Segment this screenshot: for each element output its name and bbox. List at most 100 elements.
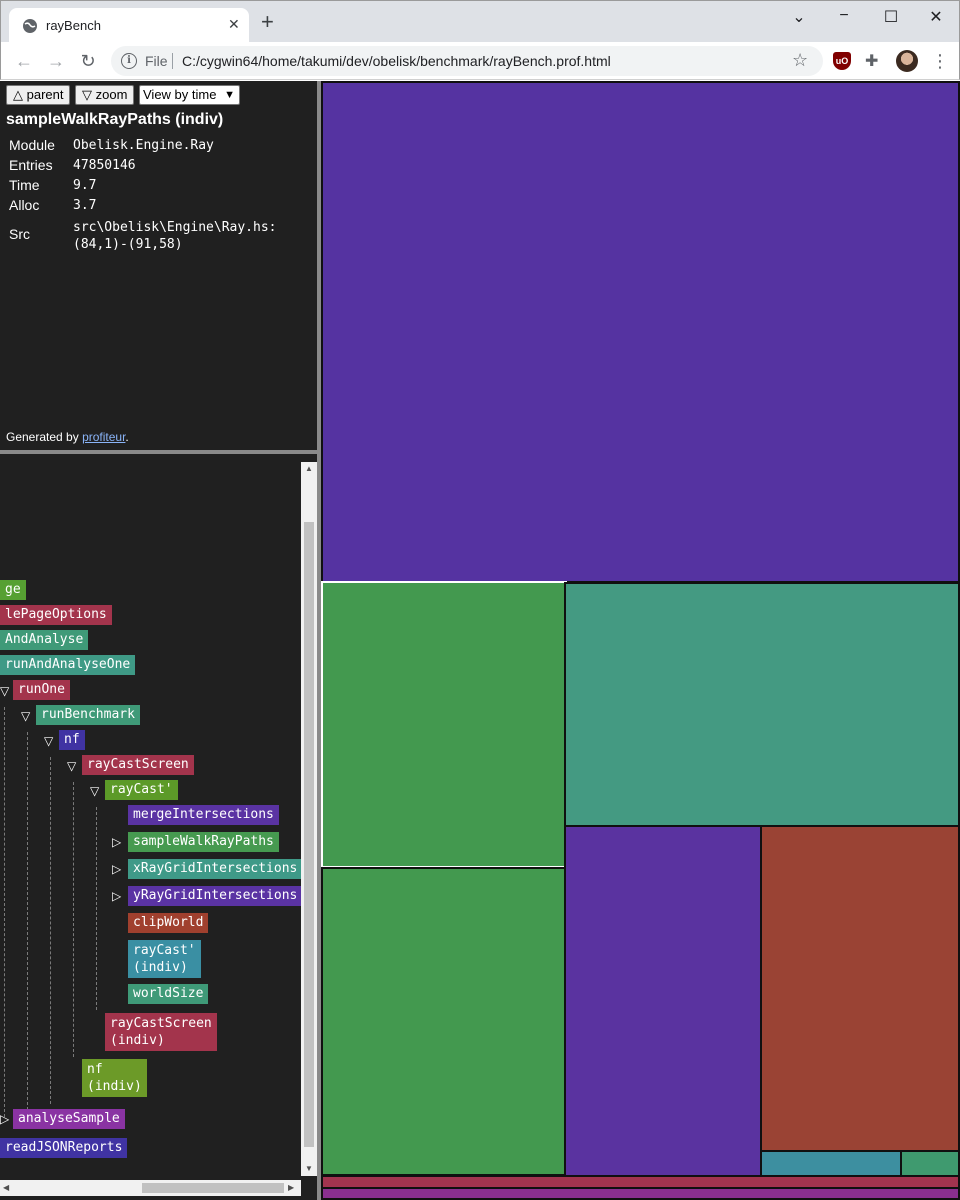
tree-node[interactable]: runOne — [13, 680, 70, 700]
info-icon[interactable]: i — [121, 53, 137, 69]
minimize-button[interactable]: − — [832, 7, 856, 29]
close-window-button[interactable]: ✕ — [924, 7, 948, 29]
collapsed-triangle-icon[interactable]: ▷ — [112, 888, 121, 904]
tree-node[interactable]: runBenchmark — [36, 705, 140, 725]
tree-node[interactable]: yRayGridIntersections — [128, 886, 303, 906]
info-value: 47850146 — [73, 158, 136, 173]
scroll-down-arrow-icon[interactable]: ▼ — [305, 1164, 313, 1173]
tree-node-label: rayCastScreen (indiv) — [110, 1016, 212, 1048]
profiler-page: △ parent ▽ zoom View by time ▼ sampleWal… — [0, 81, 960, 1200]
chevron-down-icon[interactable]: ⌄ — [787, 7, 811, 29]
scrollbar-thumb[interactable] — [304, 522, 314, 1147]
generated-by-note: Generated by profiteur. — [6, 430, 129, 444]
browser-toolbar: ← → ↻ i File C:/cygwin64/home/takumi/dev… — [0, 42, 960, 80]
treemap — [321, 81, 960, 1200]
new-tab-button[interactable]: + — [261, 11, 274, 33]
ublock-extension-icon[interactable]: uO — [833, 52, 851, 70]
bookmark-star-icon[interactable]: ☆ — [792, 50, 808, 71]
tree-node-label: rayCastScreen — [87, 757, 189, 772]
tree-node[interactable]: nf — [59, 730, 85, 750]
info-value: Obelisk.Engine.Ray — [73, 138, 214, 153]
treemap-cell-selected[interactable] — [321, 581, 567, 868]
browser-tab[interactable]: rayBench ✕ — [9, 8, 249, 43]
extensions-puzzle-icon[interactable]: ✚ — [865, 51, 883, 70]
info-value: 3.7 — [73, 198, 97, 213]
parent-button[interactable]: △ parent — [6, 85, 71, 105]
maximize-button[interactable]: ☐ — [879, 7, 903, 29]
expand-triangle-icon[interactable]: ▽ — [0, 683, 9, 699]
tree-node-label: rayCast' (indiv) — [133, 943, 196, 975]
tree-node-label: mergeIntersections — [133, 807, 274, 822]
tree-guide — [50, 757, 51, 1104]
expand-triangle-icon[interactable]: ▽ — [90, 783, 99, 799]
expand-triangle-icon[interactable]: ▽ — [44, 733, 53, 749]
scrollbar-thumb[interactable] — [142, 1183, 284, 1193]
info-value: src\Obelisk\Engine\Ray.hs: — [73, 220, 277, 235]
browser-menu-icon[interactable]: ⋮ — [931, 50, 949, 72]
scroll-right-arrow-icon[interactable]: ▶ — [288, 1183, 294, 1192]
tree-node-label: rayCast' — [110, 782, 173, 797]
tree-node[interactable]: runAndAnalyseOne — [0, 655, 136, 675]
treemap-cell[interactable] — [564, 582, 960, 827]
globe-icon — [23, 19, 37, 33]
tree-node[interactable]: rayCast' — [105, 780, 178, 800]
zoom-button[interactable]: ▽ zoom — [75, 85, 135, 105]
treemap-cell[interactable] — [321, 1187, 960, 1200]
info-value: 9.7 — [73, 178, 97, 193]
function-title: sampleWalkRayPaths (indiv) — [6, 111, 224, 128]
tree-node[interactable]: mergeIntersections — [128, 805, 279, 825]
forward-icon[interactable]: → — [45, 50, 67, 72]
tree-node-selected[interactable]: sampleWalkRayPaths — [128, 832, 279, 852]
tree-node-label: yRayGridIntersections — [133, 888, 298, 903]
collapsed-triangle-icon[interactable]: ▷ — [0, 1111, 9, 1127]
reload-icon[interactable]: ↻ — [77, 50, 99, 72]
info-panel: △ parent ▽ zoom View by time ▼ sampleWal… — [0, 81, 317, 450]
expand-triangle-icon[interactable]: ▽ — [67, 758, 76, 774]
treemap-cell[interactable] — [760, 825, 960, 1152]
treemap-cell[interactable] — [321, 867, 567, 1176]
tree-vertical-scrollbar[interactable]: ▲ ▼ — [301, 462, 317, 1176]
collapsed-triangle-icon[interactable]: ▷ — [112, 834, 121, 850]
address-url[interactable]: C:/cygwin64/home/takumi/dev/obelisk/benc… — [182, 53, 611, 69]
view-by-select-value: View by time — [143, 87, 217, 102]
profile-avatar[interactable] — [896, 50, 918, 72]
tree-node-label: runOne — [18, 682, 65, 697]
info-key: Src — [9, 226, 30, 242]
generated-suffix: . — [125, 430, 129, 444]
tree-node[interactable]: rayCastScreen (indiv) — [105, 1013, 217, 1051]
profiteur-link[interactable]: profiteur — [82, 430, 125, 444]
tree-node-label: worldSize — [133, 986, 204, 1001]
chevron-down-icon: ▼ — [224, 89, 235, 101]
scheme-label: File — [145, 53, 168, 69]
tree-node[interactable]: clipWorld — [128, 913, 209, 933]
tree-node[interactable]: xRayGridIntersections — [128, 859, 303, 879]
treemap-cell[interactable] — [564, 825, 762, 1177]
tree-horizontal-scrollbar[interactable]: ◀ ▶ — [0, 1180, 301, 1196]
tree-node[interactable]: worldSize — [128, 984, 209, 1004]
tree-node-label: clipWorld — [133, 915, 204, 930]
treemap-cell[interactable] — [900, 1150, 960, 1177]
tree-node[interactable]: lePageOptions — [0, 605, 112, 625]
back-icon[interactable]: ← — [13, 50, 35, 72]
scroll-up-arrow-icon[interactable]: ▲ — [305, 464, 313, 473]
address-bar[interactable]: i File C:/cygwin64/home/takumi/dev/obeli… — [111, 46, 823, 76]
close-tab-icon[interactable]: ✕ — [228, 16, 240, 33]
tree-node[interactable]: AndAnalyse — [0, 630, 89, 650]
tree-guide — [96, 807, 97, 1010]
scroll-left-arrow-icon[interactable]: ◀ — [3, 1183, 9, 1192]
collapsed-triangle-icon[interactable]: ▷ — [112, 861, 121, 877]
treemap-cell[interactable] — [321, 81, 960, 583]
tree-guide — [4, 707, 5, 1117]
treemap-cell[interactable] — [760, 1150, 902, 1177]
tree-node-label: xRayGridIntersections — [133, 861, 298, 876]
info-key: Module — [9, 137, 55, 153]
info-key: Alloc — [9, 197, 40, 213]
tree-node[interactable]: rayCast' (indiv) — [128, 940, 201, 978]
view-by-select[interactable]: View by time ▼ — [139, 85, 240, 105]
tree-node[interactable]: nf (indiv) — [82, 1059, 147, 1097]
expand-triangle-icon[interactable]: ▽ — [21, 708, 30, 724]
tree-node[interactable]: analyseSample — [13, 1109, 125, 1129]
tree-node[interactable]: rayCastScreen — [82, 755, 194, 775]
tree-node[interactable]: ge — [0, 580, 26, 600]
tree-node[interactable]: readJSONReports — [0, 1138, 128, 1158]
